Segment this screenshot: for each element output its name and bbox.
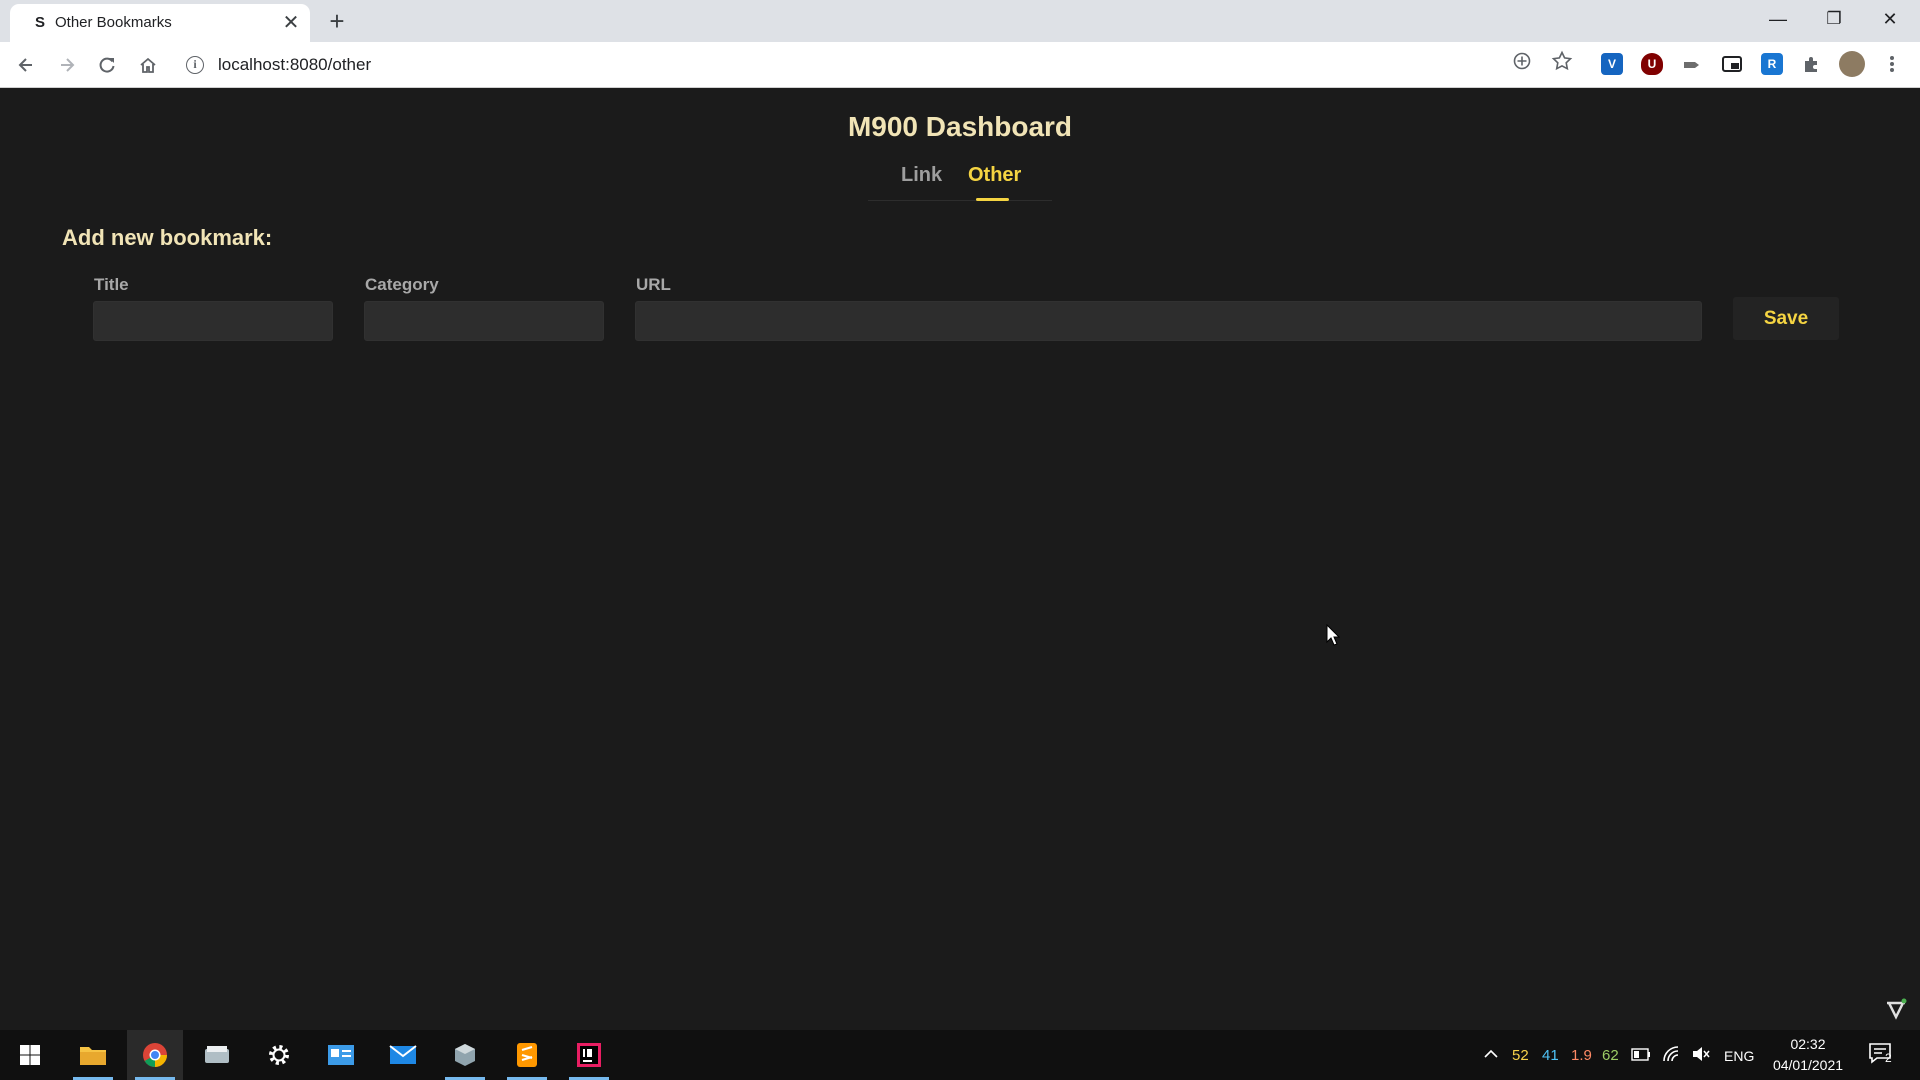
wifi-icon[interactable] — [1662, 1045, 1682, 1063]
notification-center-button[interactable]: 2 — [1868, 1042, 1896, 1068]
page-title: M900 Dashboard — [847, 111, 1073, 142]
chrome-app[interactable] — [127, 1030, 183, 1080]
mail-app[interactable] — [375, 1030, 431, 1080]
minimize-button[interactable]: — — [1750, 0, 1806, 38]
browser-toolbar: i localhost:8080/other V U R — [0, 42, 1920, 88]
start-button[interactable] — [2, 1030, 58, 1080]
contacts-app[interactable] — [313, 1030, 369, 1080]
extension-hand-icon[interactable] — [1681, 53, 1703, 75]
reload-button[interactable] — [90, 48, 124, 82]
cube-icon — [455, 1044, 475, 1066]
category-label: Category — [365, 275, 439, 294]
battery-icon[interactable] — [1631, 1048, 1651, 1061]
tray-stat-1: 52 — [1512, 1047, 1529, 1064]
back-button[interactable] — [9, 48, 43, 82]
intellij-icon — [577, 1043, 601, 1067]
close-window-button[interactable]: ✕ — [1862, 0, 1918, 38]
tab-other[interactable]: Other — [968, 159, 1021, 191]
page-content: M900 Dashboard Link Other Add new bookma… — [0, 89, 1920, 1030]
browser-tab-strip: S Other Bookmarks ✕ + — ❐ ✕ — [0, 0, 1920, 42]
notification-count: 2 — [1885, 1051, 1892, 1065]
tray-chevron-up-icon[interactable] — [1483, 1048, 1499, 1060]
new-tab-button[interactable]: + — [322, 8, 352, 34]
file-explorer-app[interactable] — [65, 1030, 121, 1080]
tray-stat-4: 62 — [1602, 1047, 1619, 1064]
tab-favicon-icon: S — [34, 14, 45, 31]
settings-app[interactable] — [251, 1030, 307, 1080]
menu-dots-icon[interactable] — [1881, 53, 1903, 75]
forward-button[interactable] — [50, 48, 84, 82]
title-label: Title — [94, 275, 129, 294]
title-input[interactable] — [93, 301, 333, 341]
storage-app[interactable] — [189, 1030, 245, 1080]
windows-logo-icon — [20, 1045, 40, 1065]
url-label: URL — [636, 275, 671, 294]
clock-time: 02:32 — [1790, 1036, 1826, 1052]
system-clock[interactable]: 02:32 04/01/2021 — [1760, 1034, 1856, 1076]
extension-r-icon[interactable]: R — [1761, 53, 1783, 75]
picture-in-picture-icon[interactable] — [1721, 53, 1743, 75]
speaker-muted-icon[interactable] — [1691, 1045, 1711, 1063]
profile-avatar[interactable] — [1839, 51, 1865, 77]
install-app-icon[interactable] — [1511, 50, 1533, 72]
tray-stat-2: 41 — [1542, 1047, 1559, 1064]
reload-icon — [99, 57, 115, 73]
sublime-icon — [517, 1043, 537, 1067]
sublime-text-app[interactable] — [499, 1030, 555, 1080]
form-heading: Add new bookmark: — [62, 225, 273, 250]
home-icon — [140, 57, 156, 73]
tab-close-icon[interactable]: ✕ — [280, 12, 302, 34]
folder-icon — [80, 1047, 106, 1065]
restore-button[interactable]: ❐ — [1806, 0, 1862, 38]
ublock-shield-icon[interactable]: U — [1641, 53, 1663, 75]
save-button[interactable]: Save — [1733, 297, 1839, 340]
tab-title: Other Bookmarks — [55, 14, 172, 31]
home-button[interactable] — [131, 48, 165, 82]
active-tab-indicator — [976, 198, 1009, 201]
mail-icon — [389, 1045, 417, 1064]
drive-icon — [205, 1046, 229, 1063]
info-icon[interactable]: i — [186, 56, 204, 74]
tab-link[interactable]: Link — [901, 159, 942, 191]
corner-check-icon[interactable] — [1884, 997, 1908, 1021]
language-indicator[interactable]: ENG — [1724, 1047, 1754, 1065]
taskbar: 52 41 1.9 62 ENG 02:32 04/01/2021 2 — [0, 1030, 1920, 1080]
arrow-right-icon — [61, 58, 75, 72]
intellij-app[interactable] — [561, 1030, 617, 1080]
category-input[interactable] — [364, 301, 604, 341]
mouse-cursor-icon — [1326, 624, 1340, 646]
tray-stat-3: 1.9 — [1571, 1047, 1592, 1064]
browser-tab[interactable]: S Other Bookmarks ✕ — [10, 4, 310, 42]
virtual-machine-app[interactable] — [437, 1030, 493, 1080]
bookmark-star-icon[interactable] — [1551, 50, 1573, 72]
page-nav-tabs: Link Other — [868, 159, 1052, 201]
arrow-left-icon — [18, 58, 32, 72]
contact-card-icon — [328, 1045, 354, 1065]
chrome-icon — [143, 1043, 167, 1067]
url-text[interactable]: localhost:8080/other — [218, 55, 371, 75]
address-bar[interactable]: i localhost:8080/other — [178, 47, 1578, 83]
extensions-puzzle-icon[interactable] — [1801, 53, 1823, 75]
clock-date: 04/01/2021 — [1772, 1057, 1844, 1073]
extension-v-icon[interactable]: V — [1601, 53, 1623, 75]
gear-icon — [269, 1045, 289, 1065]
url-input[interactable] — [635, 301, 1702, 341]
